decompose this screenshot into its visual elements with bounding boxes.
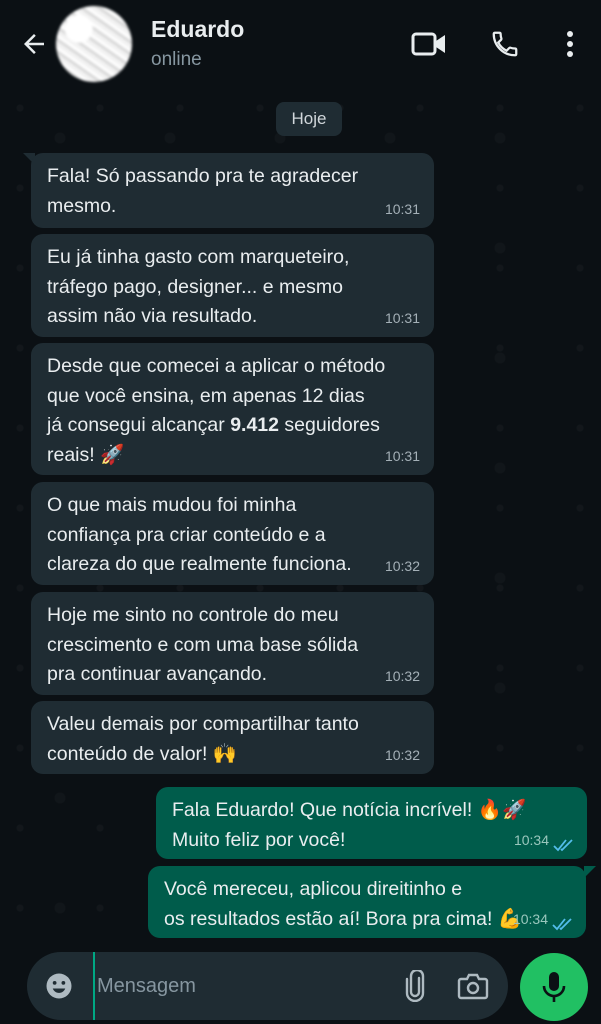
emoji-button[interactable] xyxy=(39,966,79,1006)
message-time: 10:34 xyxy=(513,831,549,848)
message-bubble-outgoing[interactable]: Você mereceu, aplicou direitinho e os re… xyxy=(148,866,586,938)
message-time: 10:31 xyxy=(384,447,420,464)
message-text: Fala Eduardo! Que notícia incrível! 🔥🚀 M… xyxy=(172,799,527,851)
attach-icon xyxy=(405,970,425,1002)
message-text: O que mais mudou foi minha confiança pra… xyxy=(47,494,352,575)
voice-call-button[interactable] xyxy=(484,24,526,64)
more-vert-icon xyxy=(567,31,573,57)
chat-header: Eduardo online xyxy=(0,0,601,88)
message-text: Valeu demais por compartilhar tanto cont… xyxy=(47,713,359,765)
mic-icon xyxy=(542,972,566,1002)
message-time: 10:32 xyxy=(384,557,420,574)
message-time: 10:32 xyxy=(384,667,420,684)
date-chip: Hoje xyxy=(276,102,342,136)
attach-button[interactable] xyxy=(395,966,435,1006)
message-bubble-incoming[interactable]: Fala! Só passando pra te agradecer mesmo… xyxy=(31,153,434,228)
read-ticks-icon xyxy=(553,839,573,852)
back-button[interactable] xyxy=(16,24,52,64)
message-bubble-incoming[interactable]: Hoje me sinto no controle do meu crescim… xyxy=(31,592,434,695)
message-bubble-incoming[interactable]: Eu já tinha gasto com marqueteiro, tráfe… xyxy=(31,234,434,337)
contact-status: online xyxy=(151,49,202,70)
read-ticks-icon xyxy=(552,918,572,931)
message-time: 10:34 xyxy=(512,910,548,927)
message-bubble-outgoing[interactable]: Fala Eduardo! Que notícia incrível! 🔥🚀 M… xyxy=(156,787,587,859)
video-call-icon xyxy=(411,32,445,56)
message-bubble-incoming[interactable]: Valeu demais por compartilhar tanto cont… xyxy=(31,701,434,774)
avatar[interactable] xyxy=(56,6,132,82)
message-text: Eu já tinha gasto com marqueteiro, tráfe… xyxy=(47,246,350,327)
message-text: Fala! Só passando pra te agradecer mesmo… xyxy=(47,165,359,217)
message-time: 10:32 xyxy=(384,746,420,763)
emoji-icon xyxy=(46,973,72,999)
camera-icon xyxy=(457,973,489,1000)
message-bubble-incoming[interactable]: Desde que comecei a aplicar o método que… xyxy=(31,343,434,475)
message-time: 10:31 xyxy=(384,309,420,326)
video-call-button[interactable] xyxy=(408,24,450,64)
follower-count: 9.412 xyxy=(230,414,280,436)
contact-name[interactable]: Eduardo xyxy=(151,16,244,43)
message-text: Você mereceu, aplicou direitinho e os re… xyxy=(164,878,523,930)
message-time: 10:31 xyxy=(384,200,420,217)
arrow-left-icon xyxy=(24,34,44,54)
message-text: Hoje me sinto no controle do meu crescim… xyxy=(47,604,359,685)
message-text: Desde que comecei a aplicar o método que… xyxy=(47,352,420,470)
message-composer: Mensagem xyxy=(27,952,508,1020)
camera-button[interactable] xyxy=(453,966,493,1006)
more-options-button[interactable] xyxy=(556,24,584,64)
voice-message-button[interactable] xyxy=(520,953,588,1021)
message-placeholder: Mensagem xyxy=(97,974,196,997)
phone-icon xyxy=(492,31,518,57)
message-input[interactable]: Mensagem xyxy=(93,952,373,1020)
message-bubble-incoming[interactable]: O que mais mudou foi minha confiança pra… xyxy=(31,482,434,585)
